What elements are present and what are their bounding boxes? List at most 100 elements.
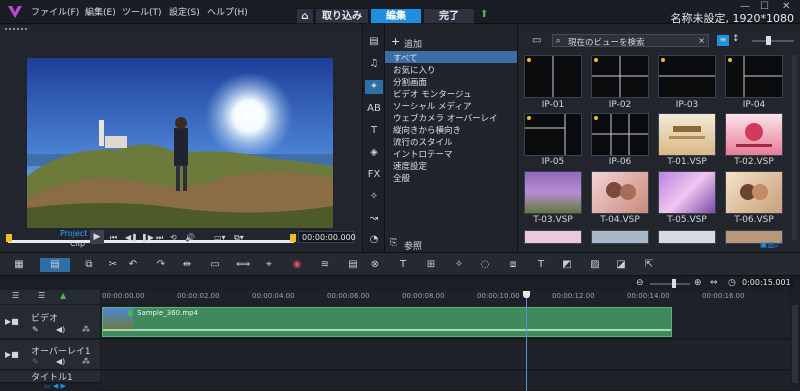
project-mode-label[interactable]: Project	[60, 229, 87, 238]
menu-tools[interactable]: ツール(T)	[122, 5, 162, 18]
title-lane[interactable]	[102, 371, 790, 391]
overlay-lane[interactable]	[102, 340, 790, 370]
chapter-icon[interactable]: ☰	[38, 291, 45, 300]
player-timecode[interactable]: 00:00:00.000	[298, 231, 356, 243]
split-screen-icon[interactable]: ⊞	[424, 258, 438, 272]
category-item[interactable]: 分割画面	[393, 76, 427, 88]
transition-icon[interactable]: ✧	[365, 190, 383, 204]
zoom-out-icon[interactable]: ⊖	[636, 278, 644, 288]
fit-project-icon[interactable]: ⇹	[180, 258, 194, 272]
category-item[interactable]: ソーシャル メディア	[393, 100, 471, 112]
mask-icon[interactable]: ◌	[478, 258, 492, 272]
category-item[interactable]: 縦向きから横向き	[393, 124, 461, 136]
scissors-icon[interactable]: ✂	[106, 258, 120, 272]
fit-timeline-icon[interactable]: ⇔	[710, 278, 718, 288]
search-field[interactable]: ⌕ 現在のビューを検索 ×	[552, 34, 709, 48]
track-header-video[interactable]: ▶■ ビデオ ✎ ◀) ⁂	[0, 305, 100, 339]
template-icon[interactable]: AB	[365, 102, 383, 116]
filter-fx-icon[interactable]: FX	[365, 168, 383, 182]
mute-icon[interactable]: ◀)	[56, 357, 65, 366]
add-label[interactable]: 追加	[404, 37, 422, 50]
track-manager-icon[interactable]: ☰	[12, 291, 19, 300]
audio-mixer-icon[interactable]: ≋	[318, 258, 332, 272]
aspect-ratio-icon[interactable]: ▭▾	[214, 233, 226, 242]
thumbnail[interactable]	[725, 113, 783, 156]
thumbnail[interactable]	[725, 171, 783, 214]
ripple-icon[interactable]: ⁂	[82, 325, 90, 334]
zoom-slider[interactable]	[650, 283, 690, 285]
title-icon[interactable]: T	[365, 124, 383, 138]
prev-frame-icon[interactable]: ◀❚	[125, 233, 138, 242]
list-view-icon[interactable]: ≡	[717, 35, 729, 46]
export-icon[interactable]: ⇱	[642, 258, 656, 272]
upload-icon[interactable]: ⬆	[480, 9, 488, 20]
subtitle-icon[interactable]: T	[396, 258, 410, 272]
menu-file[interactable]: ファイル(F)	[31, 5, 79, 18]
sort-icon[interactable]: ↕	[732, 34, 740, 44]
thumbnail[interactable]	[658, 171, 716, 214]
multicam-icon[interactable]: ▤	[346, 258, 360, 272]
mark-out-handle[interactable]	[290, 234, 296, 242]
instant-project-icon[interactable]: ✦	[365, 80, 383, 94]
storyboard-view-icon[interactable]: ▦	[12, 258, 26, 272]
add-icon[interactable]: +	[391, 35, 400, 48]
link-icon[interactable]: ⊗	[368, 258, 382, 272]
category-item[interactable]: ビデオ モンタージュ	[393, 88, 471, 100]
folder-icon[interactable]: ▭	[532, 35, 541, 46]
track-icon[interactable]: ⧈	[506, 258, 520, 272]
pen-icon[interactable]: ✎	[32, 325, 39, 334]
ripple-icon[interactable]: ⁂	[82, 357, 90, 366]
thumbnail[interactable]	[658, 230, 716, 244]
thumbnail[interactable]	[658, 113, 716, 156]
motion-icon[interactable]: ⌖	[262, 258, 276, 272]
playhead[interactable]	[523, 291, 531, 391]
media-icon[interactable]: ▤	[365, 35, 383, 49]
undo-icon[interactable]: ↶	[126, 258, 140, 272]
volume-icon[interactable]: 🔊	[185, 233, 195, 242]
browse-label[interactable]: 参照	[404, 239, 422, 252]
browse-icon[interactable]: ⎘	[390, 238, 397, 248]
menu-help[interactable]: ヘルプ(H)	[207, 5, 248, 18]
path-icon[interactable]: ↝	[365, 212, 383, 226]
pen-icon[interactable]: ✎	[32, 357, 39, 366]
play-button[interactable]: ▶	[90, 230, 104, 244]
magic-icon[interactable]: ✧	[452, 258, 466, 272]
track-header-overlay[interactable]: ▶■ オーバーレイ1 ✎ ◀) ⁂	[0, 340, 100, 370]
timeline-scrollbar[interactable]	[792, 305, 798, 383]
lens-correction-icon[interactable]: ▨	[588, 258, 602, 272]
category-item[interactable]: 速度設定	[393, 160, 427, 172]
tab-share[interactable]: 完了	[423, 8, 475, 24]
timeline-view-icon[interactable]: ▤	[40, 258, 70, 272]
thumbnail[interactable]	[591, 171, 649, 214]
thumbnail[interactable]	[725, 55, 783, 98]
audio-library-icon[interactable]: ♫	[365, 57, 383, 71]
resize-icon[interactable]: ⧉▾	[234, 233, 244, 243]
go-start-icon[interactable]: ⏮	[110, 233, 117, 243]
thumbnail[interactable]	[524, 171, 582, 214]
category-item[interactable]: イントロテーマ	[393, 148, 453, 160]
ripple-edit-icon[interactable]: ▲	[60, 291, 66, 300]
thumb-size-slider[interactable]	[752, 40, 794, 42]
tab-capture[interactable]: 取り込み	[315, 8, 369, 24]
thumbnail[interactable]	[591, 230, 649, 244]
video-clip[interactable]: ● Sample_360.mp4	[102, 307, 672, 337]
thumbnail[interactable]	[524, 230, 582, 244]
gauge-icon[interactable]: ◔	[365, 233, 383, 247]
category-item[interactable]: すべて	[393, 52, 418, 64]
menu-settings[interactable]: 設定(S)	[169, 5, 200, 18]
mute-icon[interactable]: ◀)	[56, 325, 65, 334]
thumbnail[interactable]	[524, 55, 582, 98]
clip-mode-label[interactable]: Clip	[70, 239, 85, 248]
thumb-size-handle[interactable]	[766, 36, 771, 45]
tab-edit[interactable]: 編集	[370, 8, 422, 24]
timeline-timecode[interactable]: 0:00:15.001	[740, 278, 793, 287]
home-button[interactable]: ⌂	[296, 8, 314, 24]
category-item[interactable]: お気に入り	[393, 64, 436, 76]
clear-search-icon[interactable]: ×	[698, 36, 705, 45]
thumbnail[interactable]	[591, 113, 649, 156]
category-item[interactable]: 流行のスタイル	[393, 136, 453, 148]
menu-edit[interactable]: 編集(E)	[85, 5, 116, 18]
split-icon[interactable]: ⟺	[236, 258, 250, 272]
thumbnail[interactable]	[524, 113, 582, 156]
copy-attributes-icon[interactable]: ⧉	[82, 258, 96, 272]
